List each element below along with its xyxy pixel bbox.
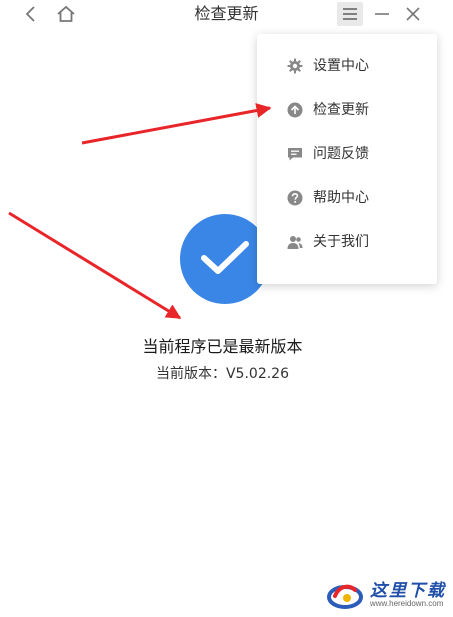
menu-item-label: 设置中心 [313, 58, 369, 74]
arrow-to-check-update [81, 103, 272, 145]
users-icon [287, 236, 303, 249]
help-question-icon [287, 190, 303, 206]
chevron-left-icon [25, 6, 35, 22]
minimize-button[interactable] [369, 2, 395, 26]
dropdown-menu: 设置中心 检查更新 问题反馈 帮助中心 关于我们 [257, 34, 437, 284]
menu-item-settings[interactable]: 设置中心 [257, 46, 437, 86]
watermark-url: www.hereidown.com [370, 599, 444, 608]
menu-button[interactable] [337, 2, 363, 26]
menu-item-check-update[interactable]: 检查更新 [257, 90, 437, 130]
upload-arrow-icon [287, 102, 303, 118]
home-button[interactable] [53, 2, 79, 26]
minimize-icon [375, 13, 389, 15]
menu-item-feedback[interactable]: 问题反馈 [257, 134, 437, 174]
checkmark-icon [201, 241, 249, 274]
menu-item-label: 检查更新 [313, 102, 369, 118]
current-version: 当前版本：V5.02.26 [155, 366, 289, 382]
site-watermark: 这里下载 www.hereidown.com [320, 572, 450, 614]
menu-item-label: 问题反馈 [313, 146, 369, 162]
back-button[interactable] [18, 2, 44, 26]
menu-item-help[interactable]: 帮助中心 [257, 178, 437, 218]
hamburger-menu-icon [343, 8, 357, 20]
home-icon [57, 5, 75, 22]
close-icon [406, 7, 420, 21]
menu-item-label: 帮助中心 [313, 190, 369, 206]
watermark-logo-icon [327, 584, 363, 609]
up-to-date-message: 当前程序已是最新版本 [142, 337, 303, 356]
menu-item-label: 关于我们 [313, 234, 369, 250]
watermark-text: 这里下载 [370, 581, 446, 601]
menu-item-about[interactable]: 关于我们 [257, 222, 437, 262]
gear-icon [287, 58, 303, 74]
title-bar: 检查更新 [0, 0, 453, 30]
arrow-to-status [8, 211, 182, 320]
feedback-message-icon [288, 148, 302, 161]
close-button[interactable] [400, 2, 426, 26]
